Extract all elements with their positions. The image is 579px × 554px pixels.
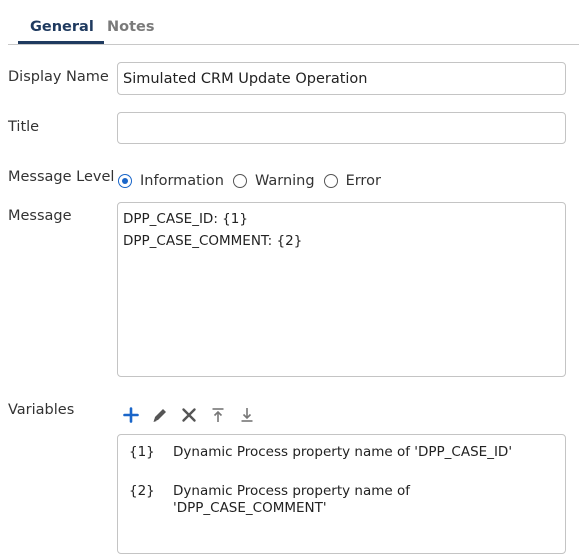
- radio-error[interactable]: Error: [323, 173, 381, 189]
- message-level-radio-group: Information Warning Error: [118, 171, 390, 191]
- delete-variable-button[interactable]: [179, 405, 199, 425]
- variables-toolbar: [121, 405, 266, 425]
- variable-description: Dynamic Process property name of 'DPP_CA…: [173, 483, 411, 516]
- move-bottom-icon: [241, 408, 253, 422]
- variable-key: {1}: [129, 444, 155, 460]
- move-to-bottom-button[interactable]: [237, 405, 257, 425]
- plus-icon: [123, 407, 139, 423]
- title-input[interactable]: [117, 112, 566, 144]
- radio-warning[interactable]: Warning: [232, 173, 315, 189]
- variables-list: {1} Dynamic Process property name of 'DP…: [117, 434, 566, 554]
- display-name-input[interactable]: [117, 62, 566, 95]
- radio-information-circle[interactable]: [118, 174, 132, 188]
- message-level-label: Message Level: [8, 169, 115, 185]
- tab-notes[interactable]: Notes: [107, 19, 155, 35]
- message-label: Message: [8, 208, 72, 224]
- radio-information[interactable]: Information: [118, 173, 224, 189]
- active-tab-indicator: [18, 41, 104, 44]
- pencil-icon: [153, 409, 166, 422]
- tab-general[interactable]: General: [30, 19, 94, 35]
- variables-label: Variables: [8, 402, 75, 418]
- variable-description: Dynamic Process property name of 'DPP_CA…: [173, 444, 513, 460]
- radio-warning-circle[interactable]: [232, 174, 247, 188]
- edit-variable-button[interactable]: [150, 405, 170, 425]
- variable-key: {2}: [129, 483, 155, 499]
- tab-bar: General Notes: [8, 0, 579, 45]
- move-to-top-button[interactable]: [208, 405, 228, 425]
- message-textarea[interactable]: DPP_CASE_ID: {1} DPP_CASE_COMMENT: {2}: [117, 202, 566, 377]
- radio-information-label: Information: [140, 173, 224, 189]
- radio-error-label: Error: [345, 173, 381, 189]
- move-top-icon: [212, 408, 224, 422]
- add-variable-button[interactable]: [121, 405, 141, 425]
- x-icon: [182, 408, 196, 422]
- title-label: Title: [8, 119, 40, 135]
- display-name-label: Display Name: [8, 69, 109, 85]
- radio-warning-label: Warning: [254, 173, 315, 189]
- radio-error-circle[interactable]: [323, 174, 338, 188]
